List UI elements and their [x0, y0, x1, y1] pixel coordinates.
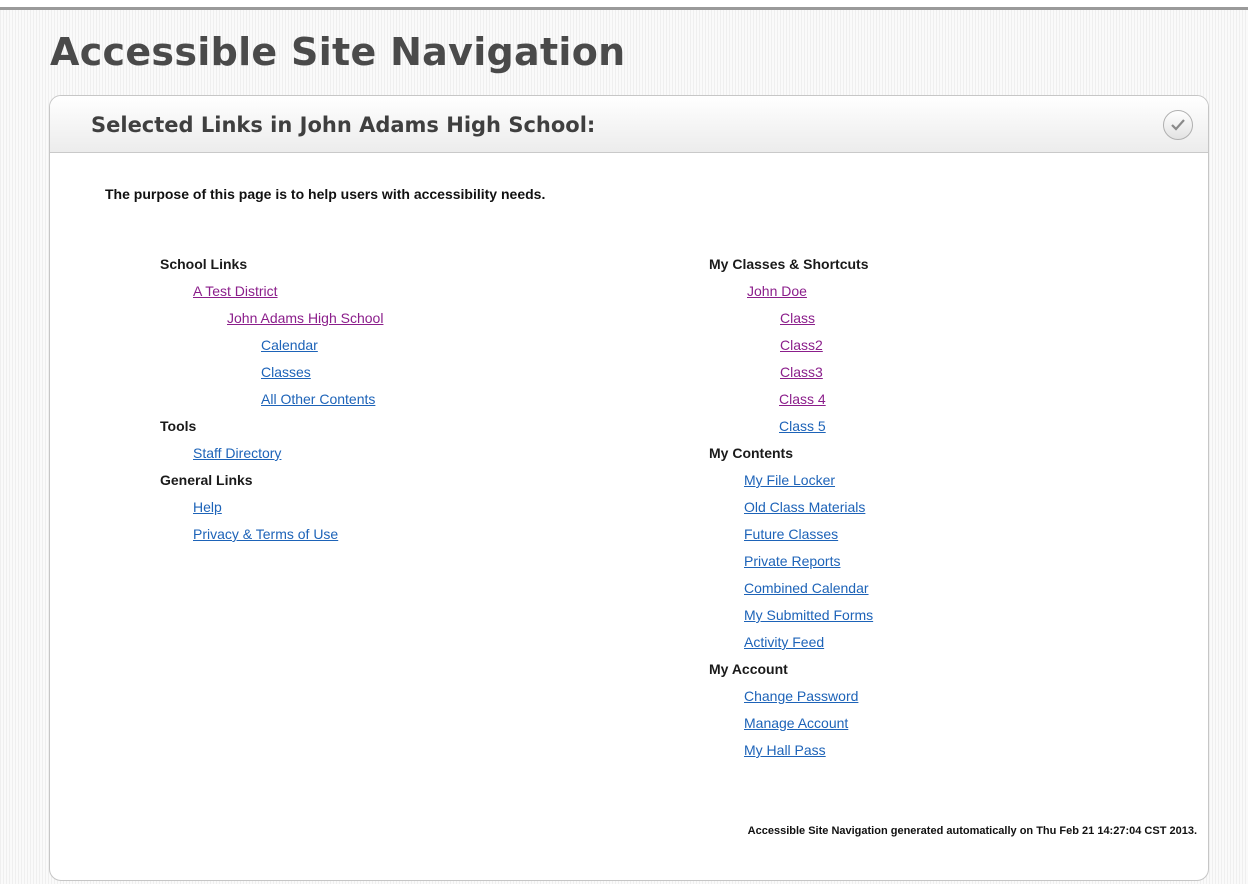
private-reports-link[interactable]: Private Reports [744, 548, 840, 575]
generated-footer: Accessible Site Navigation generated aut… [747, 825, 1197, 837]
class5-link[interactable]: Class 5 [779, 413, 826, 440]
class4-link[interactable]: Class 4 [779, 386, 826, 413]
class2-link[interactable]: Class2 [780, 332, 823, 359]
user-link[interactable]: John Doe [747, 278, 807, 305]
district-link[interactable]: A Test District [193, 278, 278, 305]
purpose-text: The purpose of this page is to help user… [105, 186, 546, 202]
panel-header: Selected Links in John Adams High School… [50, 96, 1208, 153]
combined-calendar-link[interactable]: Combined Calendar [744, 575, 869, 602]
class-link[interactable]: Class [780, 305, 815, 332]
top-border [0, 0, 1248, 10]
calendar-link[interactable]: Calendar [261, 332, 318, 359]
check-circle-icon [1171, 119, 1185, 131]
school-link[interactable]: John Adams High School [227, 305, 383, 332]
future-classes-link[interactable]: Future Classes [744, 521, 838, 548]
help-link[interactable]: Help [193, 494, 222, 521]
tools-heading: Tools [160, 418, 197, 434]
collapse-button[interactable] [1163, 110, 1193, 140]
general-links-heading: General Links [160, 472, 253, 488]
manage-account-link[interactable]: Manage Account [744, 710, 848, 737]
activity-feed-link[interactable]: Activity Feed [744, 629, 824, 656]
classes-link[interactable]: Classes [261, 359, 311, 386]
school-links-heading: School Links [160, 256, 248, 272]
all-other-contents-link[interactable]: All Other Contents [261, 386, 375, 413]
my-contents-heading: My Contents [709, 445, 793, 461]
submitted-forms-link[interactable]: My Submitted Forms [744, 602, 873, 629]
my-account-heading: My Account [709, 661, 788, 677]
page-title: Accessible Site Navigation [50, 30, 626, 74]
change-password-link[interactable]: Change Password [744, 683, 858, 710]
file-locker-link[interactable]: My File Locker [744, 467, 835, 494]
navigation-panel: Selected Links in John Adams High School… [49, 95, 1209, 881]
my-classes-heading: My Classes & Shortcuts [709, 256, 869, 272]
privacy-terms-link[interactable]: Privacy & Terms of Use [193, 521, 338, 548]
class3-link[interactable]: Class3 [780, 359, 823, 386]
hall-pass-link[interactable]: My Hall Pass [744, 737, 826, 764]
panel-title: Selected Links in John Adams High School… [91, 113, 596, 137]
staff-directory-link[interactable]: Staff Directory [193, 440, 281, 467]
old-class-materials-link[interactable]: Old Class Materials [744, 494, 865, 521]
